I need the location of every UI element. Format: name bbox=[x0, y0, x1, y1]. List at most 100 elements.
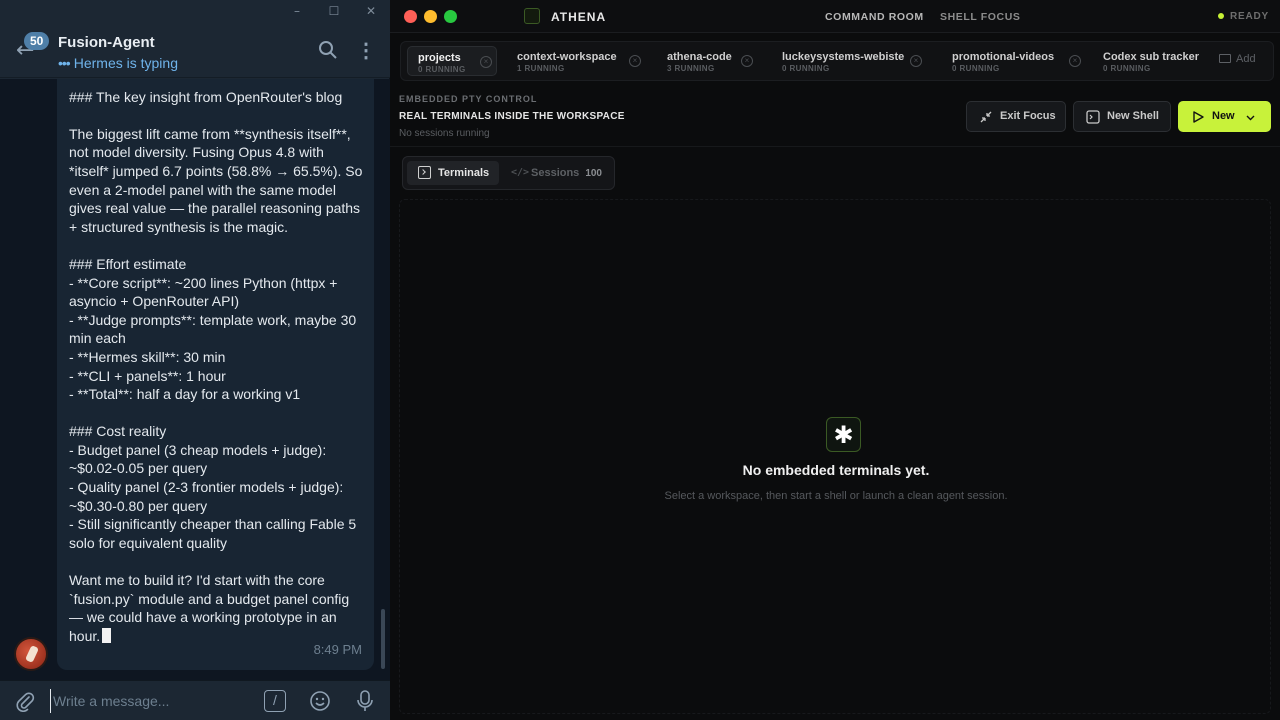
message-line: ### Cost reality bbox=[69, 423, 167, 440]
typing-status: ••• Hermes is typing bbox=[58, 55, 178, 71]
message-line: ### The key insight from OpenRouter's bl… bbox=[69, 88, 343, 105]
tab-terminals[interactable]: Terminals bbox=[407, 161, 499, 185]
tab-context-workspace[interactable]: context-workspace 1 RUNNING × bbox=[507, 46, 647, 76]
message-line: - **Core script**: ~200 lines Python (ht… bbox=[69, 274, 338, 291]
command-icon[interactable]: / bbox=[264, 690, 286, 712]
new-shell-label: New Shell bbox=[1107, 110, 1159, 122]
mode-shell-focus[interactable]: SHELL FOCUS bbox=[940, 11, 1021, 23]
tab-projects[interactable]: projects 0 RUNNING × bbox=[407, 46, 497, 76]
message-line bbox=[69, 552, 362, 571]
message-line: - **CLI + panels**: 1 hour bbox=[69, 367, 226, 384]
message-line: even a 2-model panel with the same model bbox=[69, 181, 336, 198]
typing-cursor bbox=[102, 627, 112, 643]
message-line: min each bbox=[69, 330, 126, 347]
message-line: The biggest lift came from **synthesis i… bbox=[69, 125, 351, 142]
tab-running-count: 1 RUNNING bbox=[517, 64, 565, 73]
tab-running-count: 0 RUNNING bbox=[782, 64, 830, 73]
message-line: - Quality panel (2-3 frontier models + j… bbox=[69, 479, 344, 496]
tab-running-count: 0 RUNNING bbox=[418, 65, 466, 74]
chat-window: – ☐ ✕ ← 50 Fusion-Agent ••• Hermes is typ… bbox=[0, 0, 390, 720]
message-time: 8:49 PM bbox=[313, 642, 362, 658]
new-button[interactable]: New bbox=[1178, 101, 1271, 132]
message-line: ### Effort estimate bbox=[69, 255, 187, 272]
mode-command-room[interactable]: COMMAND ROOM bbox=[825, 11, 924, 23]
tab-athena-code[interactable]: athena-code 3 RUNNING × bbox=[657, 46, 761, 76]
close-tab-icon[interactable]: × bbox=[741, 55, 753, 67]
tab-label: promotional-videos bbox=[952, 51, 1055, 63]
exit-focus-button[interactable]: Exit Focus bbox=[966, 101, 1066, 132]
add-workspace-button[interactable]: Add bbox=[1219, 53, 1256, 65]
message-line: - **Judge prompts**: template work, mayb… bbox=[69, 311, 357, 328]
message-line: gives real value — the parallel reasonin… bbox=[69, 200, 361, 217]
section-title: REAL TERMINALS INSIDE THE WORKSPACE bbox=[399, 111, 625, 122]
new-label: New bbox=[1212, 110, 1235, 122]
search-icon[interactable] bbox=[318, 40, 338, 60]
code-icon: </> bbox=[511, 167, 530, 178]
add-label: Add bbox=[1236, 53, 1256, 65]
scrollbar[interactable] bbox=[381, 609, 385, 669]
emoji-icon[interactable] bbox=[309, 690, 331, 712]
section-subtitle: No sessions running bbox=[399, 128, 490, 139]
message-line: - Still significantly cheaper than calli… bbox=[69, 516, 357, 533]
minimize-icon[interactable]: – bbox=[290, 4, 304, 18]
chat-header: ← 50 Fusion-Agent ••• Hermes is typing ⋮ bbox=[0, 26, 390, 78]
chat-title[interactable]: Fusion-Agent bbox=[58, 34, 155, 51]
message-line: - **Hermes skill**: 30 min bbox=[69, 348, 226, 365]
message-line: Want me to build it? I'd start with the … bbox=[69, 572, 325, 589]
tab-running-count: 0 RUNNING bbox=[952, 64, 1000, 73]
typing-status-label: Hermes is typing bbox=[73, 55, 178, 71]
message-text: ### The key insight from OpenRouter's bl… bbox=[69, 79, 362, 645]
asterisk-icon: ✱ bbox=[826, 417, 861, 452]
message-line bbox=[69, 236, 362, 255]
more-vertical-icon[interactable]: ⋮ bbox=[356, 40, 376, 62]
close-tab-icon[interactable]: × bbox=[910, 55, 922, 67]
message-line: solo for equivalent quality bbox=[69, 534, 227, 551]
terminals-label: Terminals bbox=[438, 167, 490, 179]
athena-topbar: ATHENA COMMAND ROOM SHELL FOCUS READY bbox=[390, 0, 1280, 33]
tab-luckeysystems-webiste[interactable]: luckeysystems-webiste 0 RUNNING × bbox=[772, 46, 930, 76]
collapse-icon bbox=[980, 111, 992, 123]
message-line bbox=[69, 79, 362, 88]
tab-promotional-videos[interactable]: promotional-videos 0 RUNNING × bbox=[942, 46, 1087, 76]
sessions-label: Sessions bbox=[531, 167, 580, 179]
empty-state-title: No embedded terminals yet. bbox=[742, 462, 930, 478]
unread-badge: 50 bbox=[24, 32, 50, 50]
message-line: - **Total**: half a day for a working v1 bbox=[69, 386, 301, 403]
folder-icon bbox=[1219, 54, 1231, 63]
composer: / bbox=[0, 680, 390, 720]
view-switcher: Terminals </> Sessions 100 bbox=[402, 156, 615, 190]
message-line: ~$0.30-0.80 per query bbox=[69, 497, 208, 514]
close-tab-icon[interactable]: × bbox=[1069, 55, 1081, 67]
paperclip-icon[interactable] bbox=[14, 690, 36, 712]
avatar[interactable] bbox=[14, 637, 48, 671]
terminal-canvas: ✱ No embedded terminals yet. Select a wo… bbox=[399, 199, 1271, 714]
message-line: + structured synthesis is the magic. bbox=[69, 218, 289, 235]
app-name: ATHENA bbox=[551, 10, 607, 24]
message-line: `fusion.py` module and a budget panel co… bbox=[69, 590, 350, 607]
maximize-icon[interactable]: ☐ bbox=[327, 4, 341, 18]
exit-focus-label: Exit Focus bbox=[1000, 110, 1056, 122]
status-dot-icon bbox=[1218, 13, 1224, 19]
message-line bbox=[69, 106, 362, 125]
tab-running-count: 3 RUNNING bbox=[667, 64, 715, 73]
terminal-icon bbox=[418, 166, 431, 179]
message-line: *itself* jumped 6.7 points (58.8% → 65.5… bbox=[69, 162, 363, 179]
new-shell-button[interactable]: New Shell bbox=[1073, 101, 1171, 132]
microphone-icon[interactable] bbox=[354, 689, 376, 713]
tab-codex-sub-tracker[interactable]: Codex sub tracker 0 RUNNING bbox=[1093, 46, 1211, 76]
window-close-button[interactable] bbox=[404, 10, 417, 23]
close-icon[interactable]: ✕ bbox=[364, 4, 378, 18]
empty-state-subtitle: Select a workspace, then start a shell o… bbox=[664, 490, 1008, 502]
athena-window: ATHENA COMMAND ROOM SHELL FOCUS READY pr… bbox=[390, 0, 1280, 720]
message-line: - Budget panel (3 cheap models + judge): bbox=[69, 441, 327, 458]
close-tab-icon[interactable]: × bbox=[480, 56, 492, 68]
tab-sessions[interactable]: </> Sessions 100 bbox=[511, 161, 602, 185]
window-minimize-button[interactable] bbox=[424, 10, 437, 23]
terminal-icon bbox=[1086, 110, 1100, 124]
divider bbox=[390, 146, 1280, 147]
close-tab-icon[interactable]: × bbox=[629, 55, 641, 67]
workspace-tabs: projects 0 RUNNING × context-workspace 1… bbox=[400, 41, 1274, 81]
message-input[interactable] bbox=[50, 689, 250, 713]
status-label: READY bbox=[1230, 11, 1270, 22]
window-zoom-button[interactable] bbox=[444, 10, 457, 23]
